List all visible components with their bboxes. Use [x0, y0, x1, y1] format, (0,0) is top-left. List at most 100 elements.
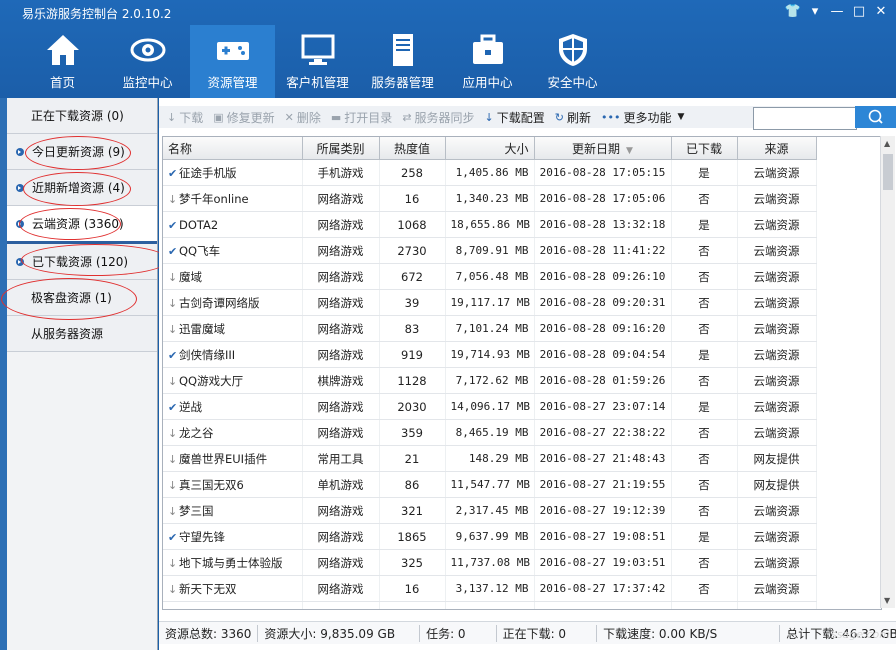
scroll-thumb[interactable] — [883, 154, 893, 190]
maximize-icon[interactable]: □ — [848, 3, 870, 21]
cell-size: 1,405.86 MB — [445, 159, 535, 186]
cell-name: ↓ 魔兽世界EUI插件 — [163, 445, 303, 472]
sidebar-item-from-server[interactable]: 从服务器资源 — [7, 316, 157, 352]
cell-downloaded: 否 — [671, 263, 738, 290]
table-row[interactable]: ↓ 魔兽世界EUI插件 常用工具 21 148.29 MB 2016-08-27 21:4… — [163, 445, 817, 472]
col-heat[interactable]: 热度值 — [379, 137, 446, 160]
more-button[interactable]: ••• 更多功能 ▼ — [601, 109, 684, 126]
table-row[interactable]: ↓ 地下城与勇士体验版 网络游戏 325 11,737.08 MB 2016-08-27 … — [163, 549, 817, 576]
cell-heat: 321 — [379, 497, 446, 524]
sidebar-item-downloaded[interactable]: 已下载资源 (120) — [7, 244, 157, 280]
table-row[interactable]: ↓ 梦千年online 网络游戏 16 1,340.23 MB 2016-08-28 17… — [163, 185, 817, 212]
cell-name: ✔ QQ飞车 — [163, 237, 303, 264]
cell-source: 网友提供 — [737, 445, 817, 472]
nav-clients[interactable]: 客户机管理 — [275, 25, 360, 98]
cell-size: 1,976.02 MB — [445, 601, 535, 609]
refresh-icon: ↻ — [554, 110, 564, 124]
delete-button[interactable]: ✕ 删除 — [285, 109, 321, 126]
table-row[interactable]: ↓ 古剑奇谭网络版 网络游戏 39 19,117.17 MB 2016-08-28 09:… — [163, 289, 817, 316]
cell-size: 3,137.12 MB — [445, 575, 535, 602]
check-icon: ✔ — [168, 400, 178, 414]
vertical-scrollbar[interactable]: ▲ ▼ — [880, 136, 895, 608]
status-total: 资源总数: 3360 — [159, 624, 259, 642]
col-size[interactable]: 大小 — [445, 137, 535, 160]
nav-servers[interactable]: 服务器管理 — [360, 25, 445, 98]
cell-source: 云端资源 — [737, 159, 817, 186]
cell-downloaded: 否 — [671, 367, 738, 394]
scroll-up-icon[interactable]: ▲ — [884, 139, 890, 148]
toolbox-icon — [472, 34, 503, 64]
download-arrow-icon: ↓ — [168, 582, 178, 596]
col-date[interactable]: 更新日期 ▼ — [534, 137, 672, 160]
search-button[interactable] — [855, 106, 896, 128]
sidebar-item-geek-disk[interactable]: 极客盘资源 (1) — [7, 280, 157, 316]
repair-button[interactable]: ▣ 修复更新 — [213, 109, 274, 126]
table-row[interactable]: ↓ 龙之谷 网络游戏 359 8,465.19 MB 2016-08-27 22:38:2… — [163, 419, 817, 446]
cell-category: 网络游戏 — [302, 601, 380, 609]
cell-category: 棋牌游戏 — [302, 367, 380, 394]
table-row[interactable]: ✔ 逆战 网络游戏 2030 14,096.17 MB 2016-08-27 23:07:… — [163, 393, 817, 420]
col-name[interactable]: 名称 — [163, 137, 303, 160]
col-source[interactable]: 来源 — [737, 137, 817, 160]
search-input[interactable] — [753, 107, 857, 130]
table-row[interactable]: ↓ 迅雷魔域 网络游戏 83 7,101.24 MB 2016-08-28 09:16:2… — [163, 315, 817, 342]
cell-date: 2016-08-27 17:37:42 — [534, 575, 672, 602]
download-arrow-icon: ↓ — [168, 478, 178, 492]
sync-button[interactable]: ⇄ 服务器同步 — [402, 109, 474, 126]
cell-date: 2016-08-28 09:26:10 — [534, 263, 672, 290]
cell-size: 1,340.23 MB — [445, 185, 535, 212]
cell-downloaded: 否 — [671, 497, 738, 524]
scroll-down-icon[interactable]: ▼ — [884, 596, 890, 605]
col-downloaded[interactable]: 已下载 — [671, 137, 738, 160]
nav-resources[interactable]: 资源管理 — [190, 25, 275, 98]
cell-source: 云端资源 — [737, 497, 817, 524]
table-row[interactable]: ↓ 新天下无双 网络游戏 16 3,137.12 MB 2016-08-27 17:37:… — [163, 575, 817, 602]
download-config-button[interactable]: ↓ 下载配置 — [485, 109, 545, 126]
minimize-icon[interactable]: — — [826, 3, 848, 21]
cell-source: 云端资源 — [737, 185, 817, 212]
open-dir-button[interactable]: ▬ 打开目录 — [331, 109, 392, 126]
cell-category: 网络游戏 — [302, 575, 380, 602]
nav-security[interactable]: 安全中心 — [530, 25, 615, 98]
cell-source: 云端资源 — [737, 419, 817, 446]
table-row[interactable]: ↓新征途网络游戏711,976.02 MB2016-08-27 17:32:07… — [163, 601, 817, 609]
refresh-button[interactable]: ↻ 刷新 — [555, 109, 591, 126]
download-arrow-icon: ↓ — [168, 556, 178, 570]
cell-category: 网络游戏 — [302, 315, 380, 342]
menu-icon[interactable]: ▾ — [804, 3, 826, 21]
sidebar-item-recent-new[interactable]: 近期新增资源 (4) — [7, 170, 157, 206]
main-nav: 首页 监控中心 资源管理 客户机管理 服务器管理 应用中心 安全中心 — [20, 25, 615, 98]
col-category[interactable]: 所属类别 — [302, 137, 380, 160]
cell-heat: 1865 — [379, 523, 446, 550]
cell-date: 2016-08-28 11:41:22 — [534, 237, 672, 264]
table-row[interactable]: ✔ 剑侠情缘III 网络游戏 919 19,714.93 MB 2016-08-28 09… — [163, 341, 817, 368]
table-row[interactable]: ✔ 守望先锋 网络游戏 1865 9,637.99 MB 2016-08-27 19:08… — [163, 523, 817, 550]
cell-heat: 1068 — [379, 211, 446, 238]
sidebar-item-downloading[interactable]: 正在下载资源 (0) — [7, 98, 157, 134]
nav-monitor[interactable]: 监控中心 — [105, 25, 190, 98]
cell-date: 2016-08-27 22:38:22 — [534, 419, 672, 446]
sidebar-item-cloud[interactable]: 云端资源 (3360) — [7, 206, 157, 244]
cell-date: 2016-08-28 09:04:54 — [534, 341, 672, 368]
nav-home[interactable]: 首页 — [20, 25, 105, 98]
table-row[interactable]: ↓ QQ游戏大厅 棋牌游戏 1128 7,172.62 MB 2016-08-28 01:… — [163, 367, 817, 394]
download-button[interactable]: ↓ 下载 — [167, 109, 203, 126]
cell-date: 2016-08-27 23:07:14 — [534, 393, 672, 420]
table-row[interactable]: ✔ QQ飞车 网络游戏 2730 8,709.91 MB 2016-08-28 11:41… — [163, 237, 817, 264]
table-row[interactable]: ↓ 魔域 网络游戏 672 7,056.48 MB 2016-08-28 09:26:10… — [163, 263, 817, 290]
cell-category: 网络游戏 — [302, 237, 380, 264]
table-row[interactable]: ↓ 梦三国 网络游戏 321 2,317.45 MB 2016-08-27 19:12:3… — [163, 497, 817, 524]
sidebar-item-today-updated[interactable]: 今日更新资源 (9) — [7, 134, 157, 170]
table-row[interactable]: ✔ 征途手机版 手机游戏 258 1,405.86 MB 2016-08-28 17:05… — [163, 159, 817, 186]
cell-size: 8,465.19 MB — [445, 419, 535, 446]
check-icon: ✔ — [168, 348, 178, 362]
cell-name: ✔ 征途手机版 — [163, 159, 303, 186]
shirt-icon[interactable]: 👕 — [782, 3, 804, 21]
cell-source: 云端资源 — [737, 601, 817, 609]
close-icon[interactable]: ✕ — [870, 3, 892, 21]
nav-apps[interactable]: 应用中心 — [445, 25, 530, 98]
table-row[interactable]: ↓ 真三国无双6 单机游戏 86 11,547.77 MB 2016-08-27 21:1… — [163, 471, 817, 498]
cell-downloaded: 否 — [671, 185, 738, 212]
table-row[interactable]: ✔ DOTA2 网络游戏 1068 18,655.86 MB 2016-08-28 13:… — [163, 211, 817, 238]
cell-source: 云端资源 — [737, 367, 817, 394]
